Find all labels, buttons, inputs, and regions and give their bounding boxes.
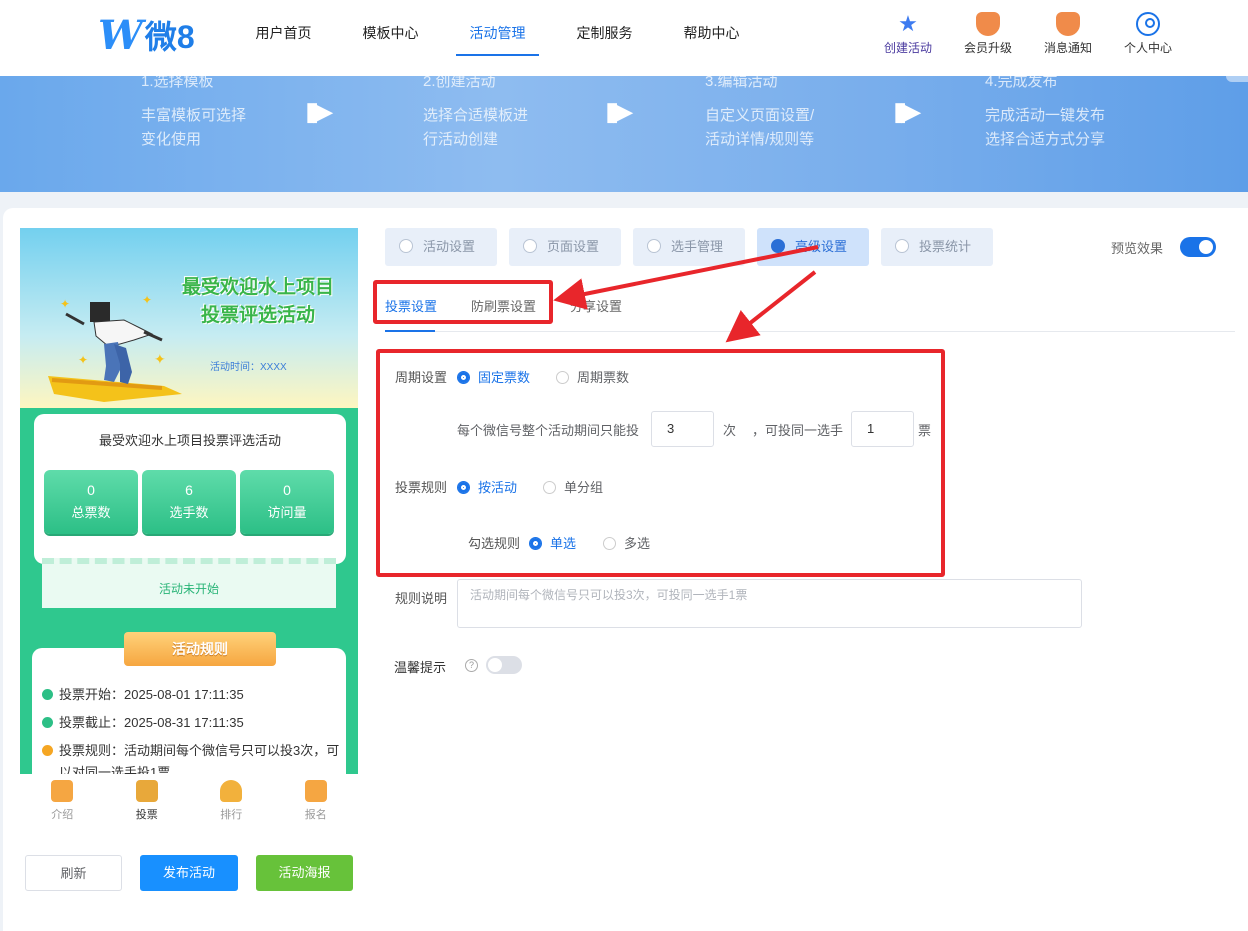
preview-bottom-nav: 介绍 投票 排行 报名 (20, 774, 358, 828)
arrow-right-icon: ▮▶ (893, 96, 921, 126)
subtab-share[interactable]: 分享设置 (570, 296, 622, 315)
nav-templates[interactable]: 模板中心 (337, 0, 444, 76)
crown-icon (976, 12, 1000, 36)
preview-nav-vote[interactable]: 投票 (105, 774, 190, 828)
tab-advanced-settings[interactable]: 高级设置 (757, 228, 869, 266)
preview-toggle-label: 预览效果 (1111, 241, 1164, 256)
tab-page-settings[interactable]: 页面设置 (509, 228, 621, 266)
svg-text:✦: ✦ (154, 351, 166, 367)
header-actions: ★ 创建活动 会员升级 消息通知 个人中心 (868, 12, 1188, 56)
bell-icon (1056, 12, 1080, 36)
status-text: 活动未开始 (158, 582, 219, 596)
document-icon (51, 780, 74, 802)
svg-text:✦: ✦ (60, 297, 70, 311)
notifications-button[interactable]: 消息通知 (1028, 12, 1108, 56)
poster-button[interactable]: 活动海报 (256, 855, 353, 891)
rule-desc-label: 规则说明 (395, 591, 448, 606)
star-icon: ★ (898, 11, 918, 36)
svg-text:✦: ✦ (78, 353, 88, 367)
clock-icon (42, 689, 53, 700)
step-3: 3.编辑活动 自定义页面设置/活动详情/规则等 (705, 76, 815, 148)
page-icon (523, 239, 537, 253)
steps-banner: 1.选择模板 丰富模板可选择 变化使用 ▮▶ 2.创建活动 选择合适模板进 行活动创… (0, 76, 1248, 192)
preview-title: 最受欢迎水上项目 投票评选活动 (181, 277, 334, 326)
annotation-box-subtabs (373, 280, 553, 324)
tip-label: 温馨提示 (394, 660, 447, 675)
nav-activity-manage[interactable]: 活动管理 (444, 0, 551, 76)
profile-label: 个人中心 (1123, 41, 1172, 55)
trophy-icon (220, 780, 243, 802)
nav-help[interactable]: 帮助中心 (658, 0, 765, 76)
tab-vote-stats[interactable]: 投票统计 (881, 228, 993, 266)
tab-contestants[interactable]: 选手管理 (633, 228, 745, 266)
logo-mark: W (98, 11, 143, 59)
member-upgrade-label: 会员升级 (963, 41, 1012, 55)
user-icon (1136, 12, 1160, 36)
stat-visits: 0 访问量 (240, 470, 334, 534)
preview-toggle[interactable] (1180, 237, 1216, 257)
member-upgrade-button[interactable]: 会员升级 (948, 12, 1028, 56)
preview-stats-card: 最受欢迎水上项目投票评选活动 0 总票数 6 选手数 0 访问量 (34, 414, 346, 564)
create-activity-button[interactable]: ★ 创建活动 (868, 12, 948, 56)
step-4: 4.完成发布 完成活动一键发布 选择合适方式分享 (985, 76, 1106, 148)
main-nav: 用户首页 模板中心 活动管理 定制服务 帮助中心 (230, 0, 765, 76)
subtab-indicator (385, 330, 435, 332)
rules-card: 活动规则 投票开始：2025-08-01 17:11:35 投票截止：2025-… (32, 632, 346, 774)
nav-custom-service[interactable]: 定制服务 (551, 0, 658, 76)
heart-icon (399, 239, 413, 253)
edit-icon (304, 780, 327, 802)
preview-nav-intro[interactable]: 介绍 (20, 774, 105, 828)
logo[interactable]: W 微8 (98, 11, 195, 59)
refresh-button[interactable]: 刷新 (25, 855, 122, 891)
phone-preview[interactable]: ✦ ✦ ✦ ✦ 最受欢迎水上项目 投票评选活动 活动时间：XXXX 最受欢迎水上… (20, 228, 358, 774)
nav-home[interactable]: 用户首页 (230, 0, 337, 76)
clock-icon (42, 717, 53, 728)
step-2: 2.创建活动 选择合适模板进 行活动创建 (423, 76, 529, 148)
person-icon (647, 239, 661, 253)
tip-toggle[interactable] (486, 656, 522, 674)
profile-button[interactable]: 个人中心 (1108, 12, 1188, 56)
settings-tabs: 活动设置 页面设置 选手管理 高级设置 投票统计 (385, 228, 1005, 266)
stat-contestants: 6 选手数 (142, 470, 236, 534)
tab-activity-settings[interactable]: 活动设置 (385, 228, 497, 266)
rule-text: 投票规则：活动期间每个微信号只可以投3次，可 以对同一选手投1票 (42, 740, 339, 774)
warning-icon (42, 745, 53, 756)
preview-nav-rank[interactable]: 排行 (189, 774, 274, 828)
svg-text:✦: ✦ (142, 293, 152, 307)
sliders-icon (771, 239, 785, 253)
help-icon[interactable]: ? (465, 659, 478, 672)
top-header: W 微8 用户首页 模板中心 活动管理 定制服务 帮助中心 ★ 创建活动 会员升… (0, 0, 1248, 76)
arrow-right-icon: ▮▶ (305, 96, 333, 126)
preview-nav-signup[interactable]: 报名 (274, 774, 359, 828)
stat-total-votes: 0 总票数 (44, 470, 138, 534)
logo-text: 微8 (144, 19, 195, 55)
step-1: 1.选择模板 丰富模板可选择 变化使用 (141, 76, 247, 148)
status-banner: 活动未开始 (42, 558, 336, 608)
rule-end: 投票截止：2025-08-31 17:11:35 (42, 712, 244, 734)
chart-icon (895, 239, 909, 253)
rules-ribbon: 活动规则 (124, 632, 276, 666)
preview-time: 活动时间：XXXX (210, 362, 287, 373)
create-activity-label: 创建活动 (883, 41, 932, 55)
arrow-right-icon: ▮▶ (605, 96, 633, 126)
rule-start: 投票开始：2025-08-01 17:11:35 (42, 684, 244, 706)
surfer-illustration: ✦ ✦ ✦ ✦ (48, 293, 182, 402)
notifications-label: 消息通知 (1043, 41, 1092, 55)
publish-button[interactable]: 发布活动 (140, 855, 238, 891)
rule-desc-textarea[interactable]: 活动期间每个微信号只可以投3次，可投同一选手1票 (457, 579, 1082, 628)
ballot-icon (135, 780, 158, 802)
annotation-box-form (376, 349, 945, 577)
preview-card-title: 最受欢迎水上项目投票评选活动 (98, 433, 281, 448)
banner-toggle[interactable] (1226, 76, 1248, 82)
